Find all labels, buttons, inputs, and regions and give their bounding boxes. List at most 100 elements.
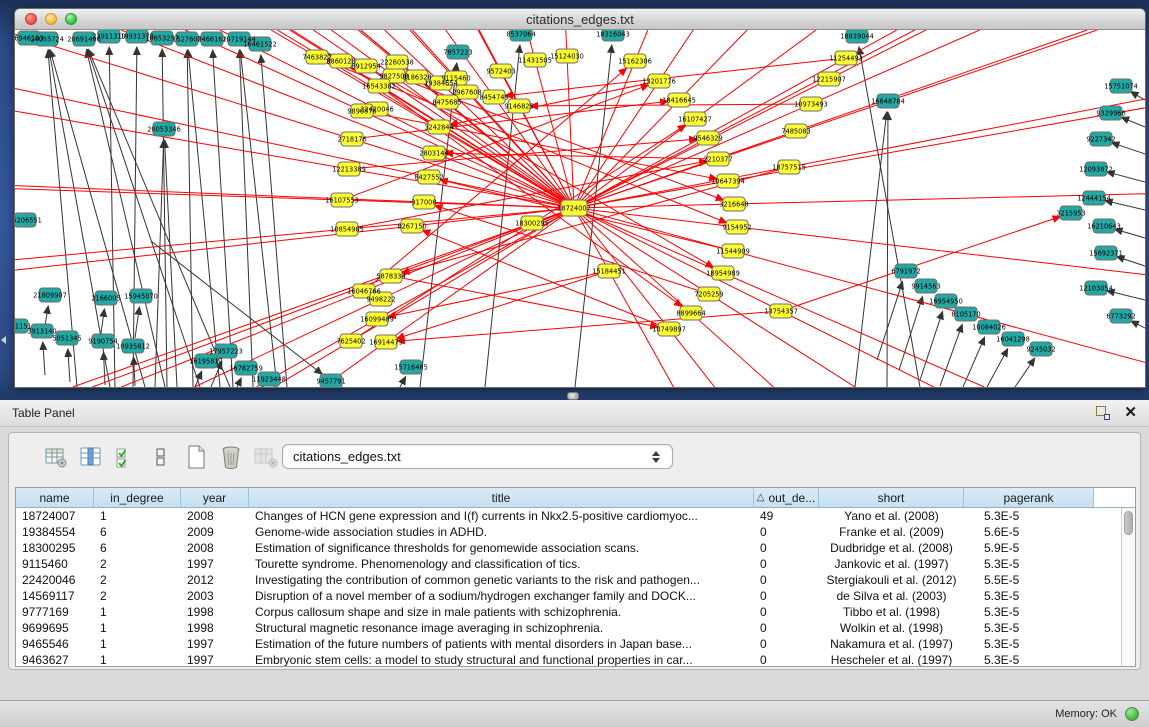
node-label: 8267150 <box>397 222 426 230</box>
citation-edge-black[interactable] <box>68 349 70 382</box>
column-header-short[interactable]: short <box>819 488 964 507</box>
citation-edge-red[interactable] <box>574 208 673 387</box>
column-header-title[interactable]: title <box>249 488 754 507</box>
node-label: 18954989 <box>706 269 740 277</box>
table-column-icon[interactable] <box>78 444 104 470</box>
delete-table-icon[interactable] <box>253 444 279 470</box>
cell-out_de: 0 <box>754 620 819 636</box>
column-header-name[interactable]: name <box>16 488 94 507</box>
table-row[interactable]: 1872400712008Changes of HCN gene express… <box>16 508 1121 524</box>
citation-edge-black[interactable] <box>1131 321 1145 328</box>
sort-ascending-icon: △ <box>757 492 765 503</box>
citation-edge-black[interactable] <box>1115 229 1145 238</box>
cell-year: 1997 <box>181 556 249 572</box>
table-row[interactable]: 946554611997Estimation of the future num… <box>16 636 1121 652</box>
citation-edge-black[interactable] <box>1015 358 1035 387</box>
cell-name: 9115460 <box>16 556 94 572</box>
cell-title: Corpus callosum shape and size in male p… <box>249 604 754 620</box>
column-header-in_degree[interactable]: in_degree <box>94 488 181 507</box>
cell-short: Yano et al. (2008) <box>819 508 964 524</box>
citation-edge-black[interactable] <box>187 50 193 387</box>
citation-edge-black[interactable] <box>940 324 962 386</box>
column-header-label: short <box>878 491 905 505</box>
network-desktop: citations_edges.txt 18724007183002957463… <box>0 0 1149 400</box>
citation-edge-red[interactable] <box>574 99 1145 208</box>
window-titlebar[interactable]: citations_edges.txt <box>15 9 1145 30</box>
node-label: 24055724 <box>30 35 64 43</box>
column-header-year[interactable]: year <box>181 488 249 507</box>
row-boxes-icon[interactable] <box>148 444 174 470</box>
citation-edge-black[interactable] <box>1121 117 1145 127</box>
column-checklist-icon[interactable] <box>113 444 139 470</box>
citation-edge-black[interactable] <box>43 342 45 375</box>
citation-edge-red[interactable] <box>781 217 1061 311</box>
table-row[interactable]: 2242004622012Investigating the contribut… <box>16 572 1121 588</box>
close-panel-icon[interactable]: ✕ <box>1124 406 1137 420</box>
memory-status-indicator[interactable] <box>1125 707 1139 721</box>
citation-edge-red[interactable] <box>15 111 574 208</box>
citation-edge-black[interactable] <box>162 49 167 387</box>
table-selector-dropdown[interactable]: citations_edges.txt <box>282 444 673 469</box>
citation-edge-black[interactable] <box>1116 256 1145 266</box>
left-splitter-arrow-icon[interactable] <box>1 336 6 344</box>
cell-pagerank: 5.3E-5 <box>964 556 1094 572</box>
cell-name: 14569117 <box>16 588 94 604</box>
citation-edge-red[interactable] <box>397 311 781 341</box>
cell-short: Wolkin et al. (1998) <box>819 620 964 636</box>
citation-edge-black[interactable] <box>155 140 164 387</box>
citation-edge-red[interactable] <box>574 208 934 387</box>
cell-title: Changes of HCN gene expression and I(f) … <box>249 508 754 524</box>
column-header-label: title <box>492 491 511 505</box>
node-label: 9890876 <box>347 107 376 115</box>
node-label: 15716485 <box>394 363 428 371</box>
cell-title: Disruption of a novel member of a sodium… <box>249 588 754 604</box>
citation-edge-black[interactable] <box>1107 172 1145 182</box>
float-panel-icon[interactable] <box>1096 406 1110 420</box>
table-row[interactable]: 946362711997Embryonic stem cells: a mode… <box>16 652 1121 666</box>
citation-edge-red[interactable] <box>274 208 574 387</box>
citation-edge-black[interactable] <box>240 50 277 387</box>
table-settings-icon[interactable] <box>43 444 69 470</box>
table-body: 1872400712008Changes of HCN gene express… <box>16 508 1121 666</box>
panel-splitter-handle[interactable] <box>567 392 579 400</box>
cell-title: Investigating the contribution of common… <box>249 572 754 588</box>
cell-year: 2012 <box>181 572 249 588</box>
table-row[interactable]: 911546021997Tourette syndrome. Phenomeno… <box>16 556 1121 572</box>
citation-edge-red[interactable] <box>15 88 574 208</box>
cell-year: 1997 <box>181 652 249 666</box>
column-header-out_de[interactable]: △out_de... <box>754 488 819 507</box>
trash-icon[interactable] <box>218 444 244 470</box>
citation-edge-black[interactable] <box>920 311 943 380</box>
node-label: 9115460 <box>441 74 470 82</box>
table-row[interactable]: 969969511998Structural magnetic resonanc… <box>16 620 1121 636</box>
network-view-window: citations_edges.txt 18724007183002957463… <box>14 8 1146 388</box>
citation-edge-black[interactable] <box>1131 92 1145 100</box>
column-header-pagerank[interactable]: pagerank <box>964 488 1094 507</box>
table-row[interactable]: 977716911998Corpus callosum shape and si… <box>16 604 1121 620</box>
citation-edge-red[interactable] <box>15 208 574 260</box>
table-row[interactable]: 1830029562008Estimation of significance … <box>16 540 1121 556</box>
citation-edge-red[interactable] <box>396 271 609 339</box>
node-label: 5878334 <box>376 272 405 280</box>
network-canvas[interactable]: 1872400718300295746382288601288912954222… <box>15 30 1145 387</box>
citation-edge-red[interactable] <box>574 208 1145 275</box>
table-row[interactable]: 1938455462009Genome-wide association stu… <box>16 524 1121 540</box>
scrollbar-thumb[interactable] <box>1124 511 1133 535</box>
vertical-scrollbar[interactable] <box>1121 508 1135 666</box>
citation-edge-black[interactable] <box>237 378 241 387</box>
citation-edge-black[interactable] <box>135 307 139 338</box>
node-label: 7205259 <box>694 290 723 298</box>
citation-edge-red[interactable] <box>15 34 574 208</box>
citation-edge-red[interactable] <box>391 276 658 327</box>
citation-graph[interactable]: 1872400718300295746382288601288912954222… <box>15 30 1145 387</box>
citation-edge-black[interactable] <box>987 349 1008 387</box>
citation-edge-red[interactable] <box>15 186 574 208</box>
citation-edge-black[interactable] <box>400 377 406 387</box>
node-label: 2718176 <box>337 135 366 143</box>
node-label: 25206551 <box>15 216 42 224</box>
citation-edge-red[interactable] <box>362 111 717 179</box>
new-file-icon[interactable] <box>183 444 209 470</box>
citation-edge-black[interactable] <box>1111 143 1145 154</box>
table-row[interactable]: 1456911722003Disruption of a novel membe… <box>16 588 1121 604</box>
node-label: 8475685 <box>432 98 461 106</box>
